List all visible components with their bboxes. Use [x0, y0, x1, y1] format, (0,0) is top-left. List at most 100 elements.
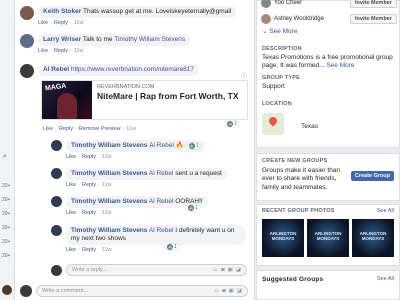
reply-item: Timothy William Stevens Al Rebel sent u …: [51, 168, 227, 188]
reply-link[interactable]: Reply: [82, 210, 96, 216]
comment-bubble: Timothy William Stevens Al Rebel sent u …: [66, 168, 227, 181]
link-preview[interactable]: MAGA REVERBNATION.COM NiteMare | Rap fro…: [41, 80, 248, 120]
avatar[interactable]: [20, 34, 34, 48]
avatar[interactable]: [51, 196, 62, 207]
reply-link[interactable]: Reply: [82, 247, 96, 253]
comment-author[interactable]: Keith Stoker: [43, 8, 81, 15]
avatar[interactable]: [51, 168, 62, 179]
invite-member-button[interactable]: Invite Member: [350, 14, 397, 24]
reply-input[interactable]: Write a reply... ☺ ◙ ▣ ◪: [66, 264, 247, 276]
comment-text: Talk to me: [82, 36, 113, 43]
like-link[interactable]: Like: [66, 247, 76, 253]
comment-actions: Like · Reply · 11w: [66, 247, 112, 254]
mention-link[interactable]: Al Rebel: [149, 198, 174, 205]
create-group-button[interactable]: Create Group: [350, 171, 394, 181]
like-link[interactable]: Like: [43, 126, 53, 132]
member-name[interactable]: Ashley Wooldridge: [274, 16, 350, 22]
reply-link[interactable]: Reply: [54, 20, 68, 26]
comment-time[interactable]: 11w: [102, 154, 112, 160]
group-info-card: Yoo Cheer Invite Member Ashley Wooldridg…: [256, 0, 400, 148]
avatar[interactable]: [51, 140, 62, 151]
comment-author[interactable]: Timothy William Stevens: [71, 142, 147, 150]
mention-link[interactable]: Al Rebel: [149, 142, 174, 150]
comment-time[interactable]: 11w: [74, 48, 84, 54]
comment-author[interactable]: Timothy William Stevens: [71, 170, 147, 177]
group-photo[interactable]: ARLINGTON MONDAYS: [307, 219, 349, 257]
emoji-icon[interactable]: ☺: [213, 267, 219, 273]
group-photo[interactable]: ARLINGTON MONDAYS: [262, 219, 304, 257]
composer-tools: ☺ ◙ ▣ ◪: [214, 288, 242, 294]
rail-count: 20+: [2, 253, 11, 259]
comment-author[interactable]: Timothy William Stevens: [71, 227, 147, 234]
info-icon[interactable]: ⓘ: [241, 71, 247, 80]
avatar[interactable]: [261, 0, 271, 8]
reply-link[interactable]: Reply: [82, 154, 96, 160]
link-preview-image: MAGA: [42, 81, 92, 119]
mention-link[interactable]: Timothy William Stevens: [114, 36, 185, 43]
comment-author[interactable]: Timothy William Stevens: [71, 198, 147, 205]
reaction-count[interactable]: 👍 1: [225, 121, 239, 127]
see-more-members[interactable]: ⌄ See More: [262, 28, 297, 36]
avatar[interactable]: [51, 225, 62, 236]
like-link[interactable]: Like: [66, 154, 76, 160]
reaction-number: 1: [195, 205, 198, 211]
reply-link[interactable]: Reply: [54, 48, 68, 54]
create-group-card: CREATE NEW GROUPS Groups make it easier …: [256, 153, 400, 201]
comment-time[interactable]: 11w: [102, 210, 112, 216]
location-map[interactable]: [262, 113, 284, 135]
reply-item: Timothy William Stevens Al Rebel I defin…: [51, 225, 246, 253]
photos-heading: RECENT GROUP PHOTOS: [262, 208, 335, 214]
reply-link[interactable]: Reply: [82, 182, 96, 188]
comment-link[interactable]: https://www.reverbnation.com/nitemare817: [71, 66, 194, 73]
search-icon[interactable]: ⌕: [3, 153, 7, 161]
invite-member-button[interactable]: Invite Member: [350, 0, 397, 8]
reaction-count[interactable]: 👍 1: [186, 205, 200, 211]
comment-time[interactable]: 11w: [102, 182, 112, 188]
group-photo[interactable]: ARLINGTON MONDAYS: [352, 219, 394, 257]
rail-count: 20+: [2, 211, 11, 217]
photos-see-all[interactable]: See All: [377, 208, 394, 214]
mention-link[interactable]: Al Rebel: [149, 227, 174, 234]
comment-author[interactable]: Larry Wriser: [43, 36, 81, 43]
like-link[interactable]: Like: [66, 210, 76, 216]
comment-input[interactable]: Write a comment... ☺ ◙ ▣ ◪: [36, 285, 248, 297]
suggested-see-all[interactable]: See All: [377, 276, 394, 282]
comment-time[interactable]: 11w: [126, 126, 136, 132]
comment-bubble: Al Rebel https://www.reverbnation.com/ni…: [38, 64, 200, 77]
like-link[interactable]: Like: [66, 182, 76, 188]
sticker-icon[interactable]: ◪: [236, 267, 241, 273]
gif-icon[interactable]: ▣: [228, 267, 233, 273]
mention-link[interactable]: Al Rebel: [149, 170, 174, 177]
create-groups-heading: CREATE NEW GROUPS: [262, 158, 328, 164]
comment-bubble: Timothy William Stevens Al Rebel 🔥 👍 1: [66, 140, 206, 153]
avatar[interactable]: [20, 6, 34, 20]
right-sidebar: Yoo Cheer Invite Member Ashley Wooldridg…: [256, 0, 400, 300]
reaction-number: 1: [174, 244, 177, 250]
like-link[interactable]: Like: [38, 48, 48, 54]
like-icon: 👍: [227, 121, 233, 127]
camera-icon[interactable]: ◙: [222, 288, 225, 294]
location-name[interactable]: Texas: [301, 123, 318, 131]
like-link[interactable]: Like: [38, 20, 48, 26]
remove-preview-link[interactable]: Remove Preview: [79, 126, 121, 132]
member-name[interactable]: Yoo Cheer: [274, 0, 350, 6]
emoji-icon[interactable]: ☺: [214, 288, 220, 294]
like-icon: 👍: [167, 244, 173, 250]
sticker-icon[interactable]: ◪: [237, 288, 242, 294]
reaction-count[interactable]: 👍 1: [165, 244, 179, 250]
camera-icon[interactable]: ◙: [221, 267, 224, 273]
link-preview-domain: REVERBNATION.COM: [97, 84, 155, 90]
reaction-count[interactable]: 👍 1: [186, 142, 201, 150]
reply-link[interactable]: Reply: [59, 126, 73, 132]
avatar[interactable]: [261, 14, 271, 24]
comment-author[interactable]: Al Rebel: [43, 66, 69, 73]
avatar[interactable]: [2, 285, 12, 295]
comment-text: Thats wassup get at me. Loveiskeyeternal…: [83, 8, 232, 15]
description-see-more[interactable]: See More: [326, 62, 354, 69]
link-preview-title[interactable]: NiteMare | Rap from Fort Worth, TX: [97, 91, 239, 102]
comment-time[interactable]: 11w: [102, 247, 112, 253]
avatar[interactable]: [20, 64, 34, 78]
comment-time[interactable]: 11w: [74, 20, 84, 26]
comment-text: OORAH!!: [175, 198, 203, 205]
gif-icon[interactable]: ▣: [229, 288, 234, 294]
